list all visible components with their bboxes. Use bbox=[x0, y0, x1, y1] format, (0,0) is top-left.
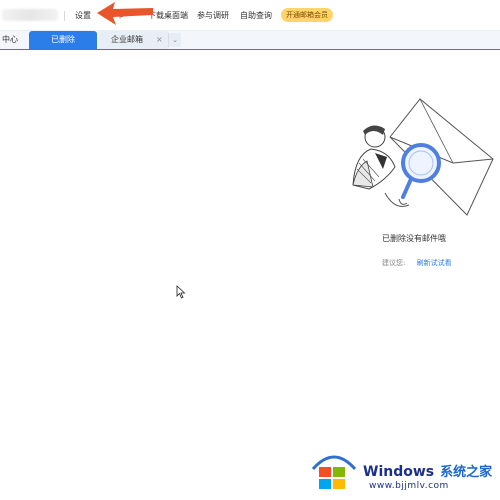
empty-message: 已删除没有邮件哦 bbox=[382, 234, 446, 243]
open-vip-button[interactable]: 开通邮箱会员 bbox=[281, 8, 333, 22]
tab-enterprise-mail[interactable]: 企业邮箱 × bbox=[99, 31, 169, 49]
mouse-cursor-icon bbox=[176, 285, 186, 299]
refresh-link[interactable]: 刷新试试看 bbox=[417, 259, 452, 267]
empty-mailbox-illustration bbox=[352, 98, 494, 216]
user-account-blurred[interactable] bbox=[2, 9, 58, 21]
top-toolbar: 设置 p 下载桌面端 参与调研 自助查询 开通邮箱会员 bbox=[0, 0, 500, 31]
watermark-brand: Windows 系统之家 bbox=[363, 461, 492, 480]
tab-deleted[interactable]: 已删除 bbox=[29, 31, 97, 49]
tab-enterprise-label: 企业邮箱 bbox=[111, 35, 143, 44]
close-icon[interactable]: × bbox=[156, 31, 163, 49]
annotation-arrow-icon bbox=[97, 2, 153, 25]
survey-link[interactable]: 参与调研 bbox=[197, 10, 229, 21]
tab-bar: 中心 已删除 企业邮箱 × ⌄ bbox=[0, 31, 500, 50]
windows-logo-icon bbox=[311, 455, 357, 489]
watermark-brand-en: Windows bbox=[363, 464, 435, 480]
toolbar-divider bbox=[64, 11, 65, 21]
suggestion-row: 建议您: 刷新试试看 bbox=[382, 258, 452, 268]
watermark-url: www.bjjmlv.com bbox=[369, 481, 449, 491]
self-help-link[interactable]: 自助查询 bbox=[240, 10, 272, 21]
chevron-down-icon[interactable]: ⌄ bbox=[168, 33, 181, 47]
tab-center[interactable]: 中心 bbox=[0, 31, 30, 49]
watermark-brand-cn: 系统之家 bbox=[440, 465, 493, 480]
settings-link[interactable]: 设置 bbox=[75, 10, 91, 21]
suggestion-label: 建议您: bbox=[382, 259, 406, 267]
